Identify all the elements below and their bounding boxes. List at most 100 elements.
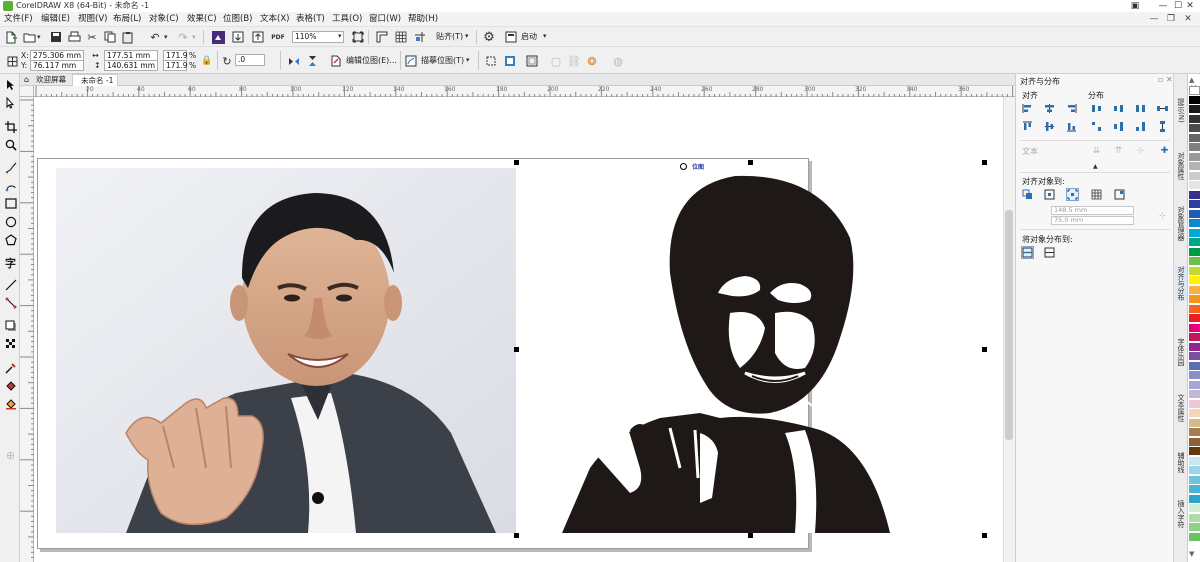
color-swatch[interactable] (1189, 105, 1200, 114)
menu-edit[interactable]: 编辑(E) (41, 12, 70, 27)
align-to-page-center-icon[interactable] (1066, 188, 1079, 201)
trace-bitmap-button[interactable]: 描摹位图(T) (421, 55, 464, 66)
align-center-vertical-icon[interactable] (1043, 120, 1056, 133)
distribute-center-icon[interactable] (1112, 102, 1125, 115)
align-to-grid-icon[interactable] (1090, 188, 1103, 201)
edit-bitmap-button[interactable]: 编辑位图(E)... (346, 55, 397, 66)
color-swatch[interactable] (1189, 428, 1200, 437)
color-swatch[interactable] (1189, 257, 1200, 266)
color-swatch[interactable] (1189, 314, 1200, 323)
menu-tools[interactable]: 工具(O) (332, 12, 362, 27)
palette-scroll-up-icon[interactable]: ▲ (1189, 76, 1194, 84)
color-swatch[interactable] (1189, 342, 1200, 352)
lock-ratio-icon[interactable]: 🔒 (199, 53, 215, 69)
color-swatch[interactable] (1189, 228, 1200, 238)
text-align-bounding-icon[interactable]: ⊹ (1134, 144, 1147, 157)
color-swatch[interactable] (1189, 475, 1200, 485)
selection-handle-top-center[interactable] (748, 160, 753, 165)
selection-handle-top-right[interactable] (982, 160, 987, 165)
color-swatch[interactable] (1189, 238, 1200, 247)
mirror-horizontal-icon[interactable] (286, 53, 302, 69)
color-swatch[interactable] (1189, 200, 1200, 209)
color-swatch[interactable] (1189, 418, 1200, 428)
mirror-vertical-icon[interactable] (304, 53, 320, 69)
mask-icon[interactable]: ▢ (548, 53, 564, 69)
full-screen-icon[interactable] (350, 29, 366, 45)
bitmap-frame-icon[interactable] (524, 53, 540, 69)
vertical-ruler[interactable] (20, 97, 34, 562)
distribute-middle-icon[interactable] (1112, 120, 1125, 133)
undo-icon[interactable]: ↶ (147, 29, 163, 45)
color-swatch[interactable] (1189, 304, 1200, 314)
transparency-tool-icon[interactable] (3, 336, 18, 351)
menu-text[interactable]: 文本(X) (260, 12, 289, 27)
crop-bitmap-icon[interactable] (483, 53, 499, 69)
original-photo-bitmap[interactable] (56, 168, 516, 533)
distribute-to-selection-icon[interactable] (1021, 246, 1034, 259)
horizontal-ruler[interactable]: 20 40 60 80 100 120 140 160 180 200 220 … (34, 86, 1015, 97)
color-swatch[interactable] (1189, 333, 1200, 342)
launch-dropdown-chevron-icon[interactable]: ▾ (543, 32, 547, 40)
distribute-left-icon[interactable] (1090, 102, 1103, 115)
freehand-tool-icon[interactable] (3, 160, 18, 175)
trace-bitmap-icon[interactable] (403, 53, 419, 69)
align-bottom-icon[interactable] (1065, 120, 1078, 133)
selection-handle-bottom-right[interactable] (982, 533, 987, 538)
text-align-add-icon[interactable]: ✚ (1158, 144, 1171, 157)
menu-effects[interactable]: 效果(C) (187, 12, 217, 27)
section-collapse-arrow-icon[interactable]: ▲ (1093, 163, 1098, 170)
text-align-first-line-icon[interactable]: ⇊ (1090, 144, 1103, 157)
resample-icon[interactable] (502, 53, 518, 69)
rotation-center-icon[interactable] (680, 163, 687, 170)
text-align-last-line-icon[interactable]: ⇈ (1112, 144, 1125, 157)
redo-icon[interactable]: ↷ (175, 29, 191, 45)
color-swatch[interactable] (1189, 133, 1200, 143)
distribute-top-icon[interactable] (1090, 120, 1103, 133)
copy-icon[interactable] (102, 29, 118, 45)
drop-shadow-tool-icon[interactable] (3, 318, 18, 333)
open-folder-icon[interactable] (21, 29, 37, 45)
import-icon[interactable] (230, 29, 246, 45)
align-center-horizontal-icon[interactable] (1043, 102, 1056, 115)
align-x-field[interactable]: 148.5 mm (1051, 206, 1134, 215)
parallel-dimension-tool-icon[interactable] (3, 277, 18, 292)
color-mask-icon[interactable]: ❂ (584, 53, 600, 69)
new-document-icon[interactable] (3, 29, 19, 45)
color-swatch[interactable] (1189, 162, 1200, 171)
pick-tool-icon[interactable] (3, 77, 18, 92)
trace-dropdown-chevron-icon[interactable]: ▾ (466, 56, 470, 64)
launch-menu[interactable]: 启动 (521, 31, 537, 42)
tab-object-manager[interactable]: 对象管理器 (1175, 206, 1187, 241)
color-swatch[interactable] (1189, 485, 1200, 494)
color-swatch[interactable] (1189, 456, 1200, 466)
snap-dropdown-chevron-icon[interactable]: ▾ (465, 32, 469, 40)
color-swatch[interactable] (1189, 295, 1200, 304)
menu-view[interactable]: 视图(V) (78, 12, 107, 27)
align-left-icon[interactable] (1021, 102, 1034, 115)
ellipse-tool-icon[interactable] (3, 214, 18, 229)
menu-bitmap[interactable]: 位图(B) (223, 12, 252, 27)
color-swatch[interactable] (1189, 361, 1200, 371)
undo-dropdown-chevron-icon[interactable]: ▾ (164, 33, 168, 41)
zoom-level-field[interactable]: 110% (292, 31, 344, 43)
color-swatch[interactable] (1189, 190, 1200, 200)
color-swatch[interactable] (1189, 219, 1200, 228)
color-swatch[interactable] (1189, 181, 1200, 190)
color-swatch[interactable] (1189, 276, 1200, 285)
scale-height-field[interactable]: 171.9 (163, 60, 187, 71)
tab-untitled-document[interactable]: 未命名 -1 (72, 74, 119, 86)
tab-hints[interactable]: 提示(N) (1175, 98, 1187, 123)
doc-minimize-button[interactable]: — (1146, 12, 1162, 27)
selection-handle-top-left[interactable] (514, 160, 519, 165)
color-swatch[interactable] (1189, 437, 1200, 447)
paste-icon[interactable] (120, 29, 136, 45)
doc-close-button[interactable]: ✕ (1180, 12, 1196, 27)
distribute-spacing-h-icon[interactable] (1156, 102, 1169, 115)
color-swatch[interactable] (1189, 409, 1200, 418)
align-right-icon[interactable] (1065, 102, 1078, 115)
color-swatch[interactable] (1189, 323, 1200, 333)
close-button[interactable]: ✕ (1180, 0, 1200, 12)
color-swatch[interactable] (1189, 352, 1200, 361)
print-icon[interactable] (66, 29, 82, 45)
color-swatch[interactable] (1189, 95, 1200, 105)
